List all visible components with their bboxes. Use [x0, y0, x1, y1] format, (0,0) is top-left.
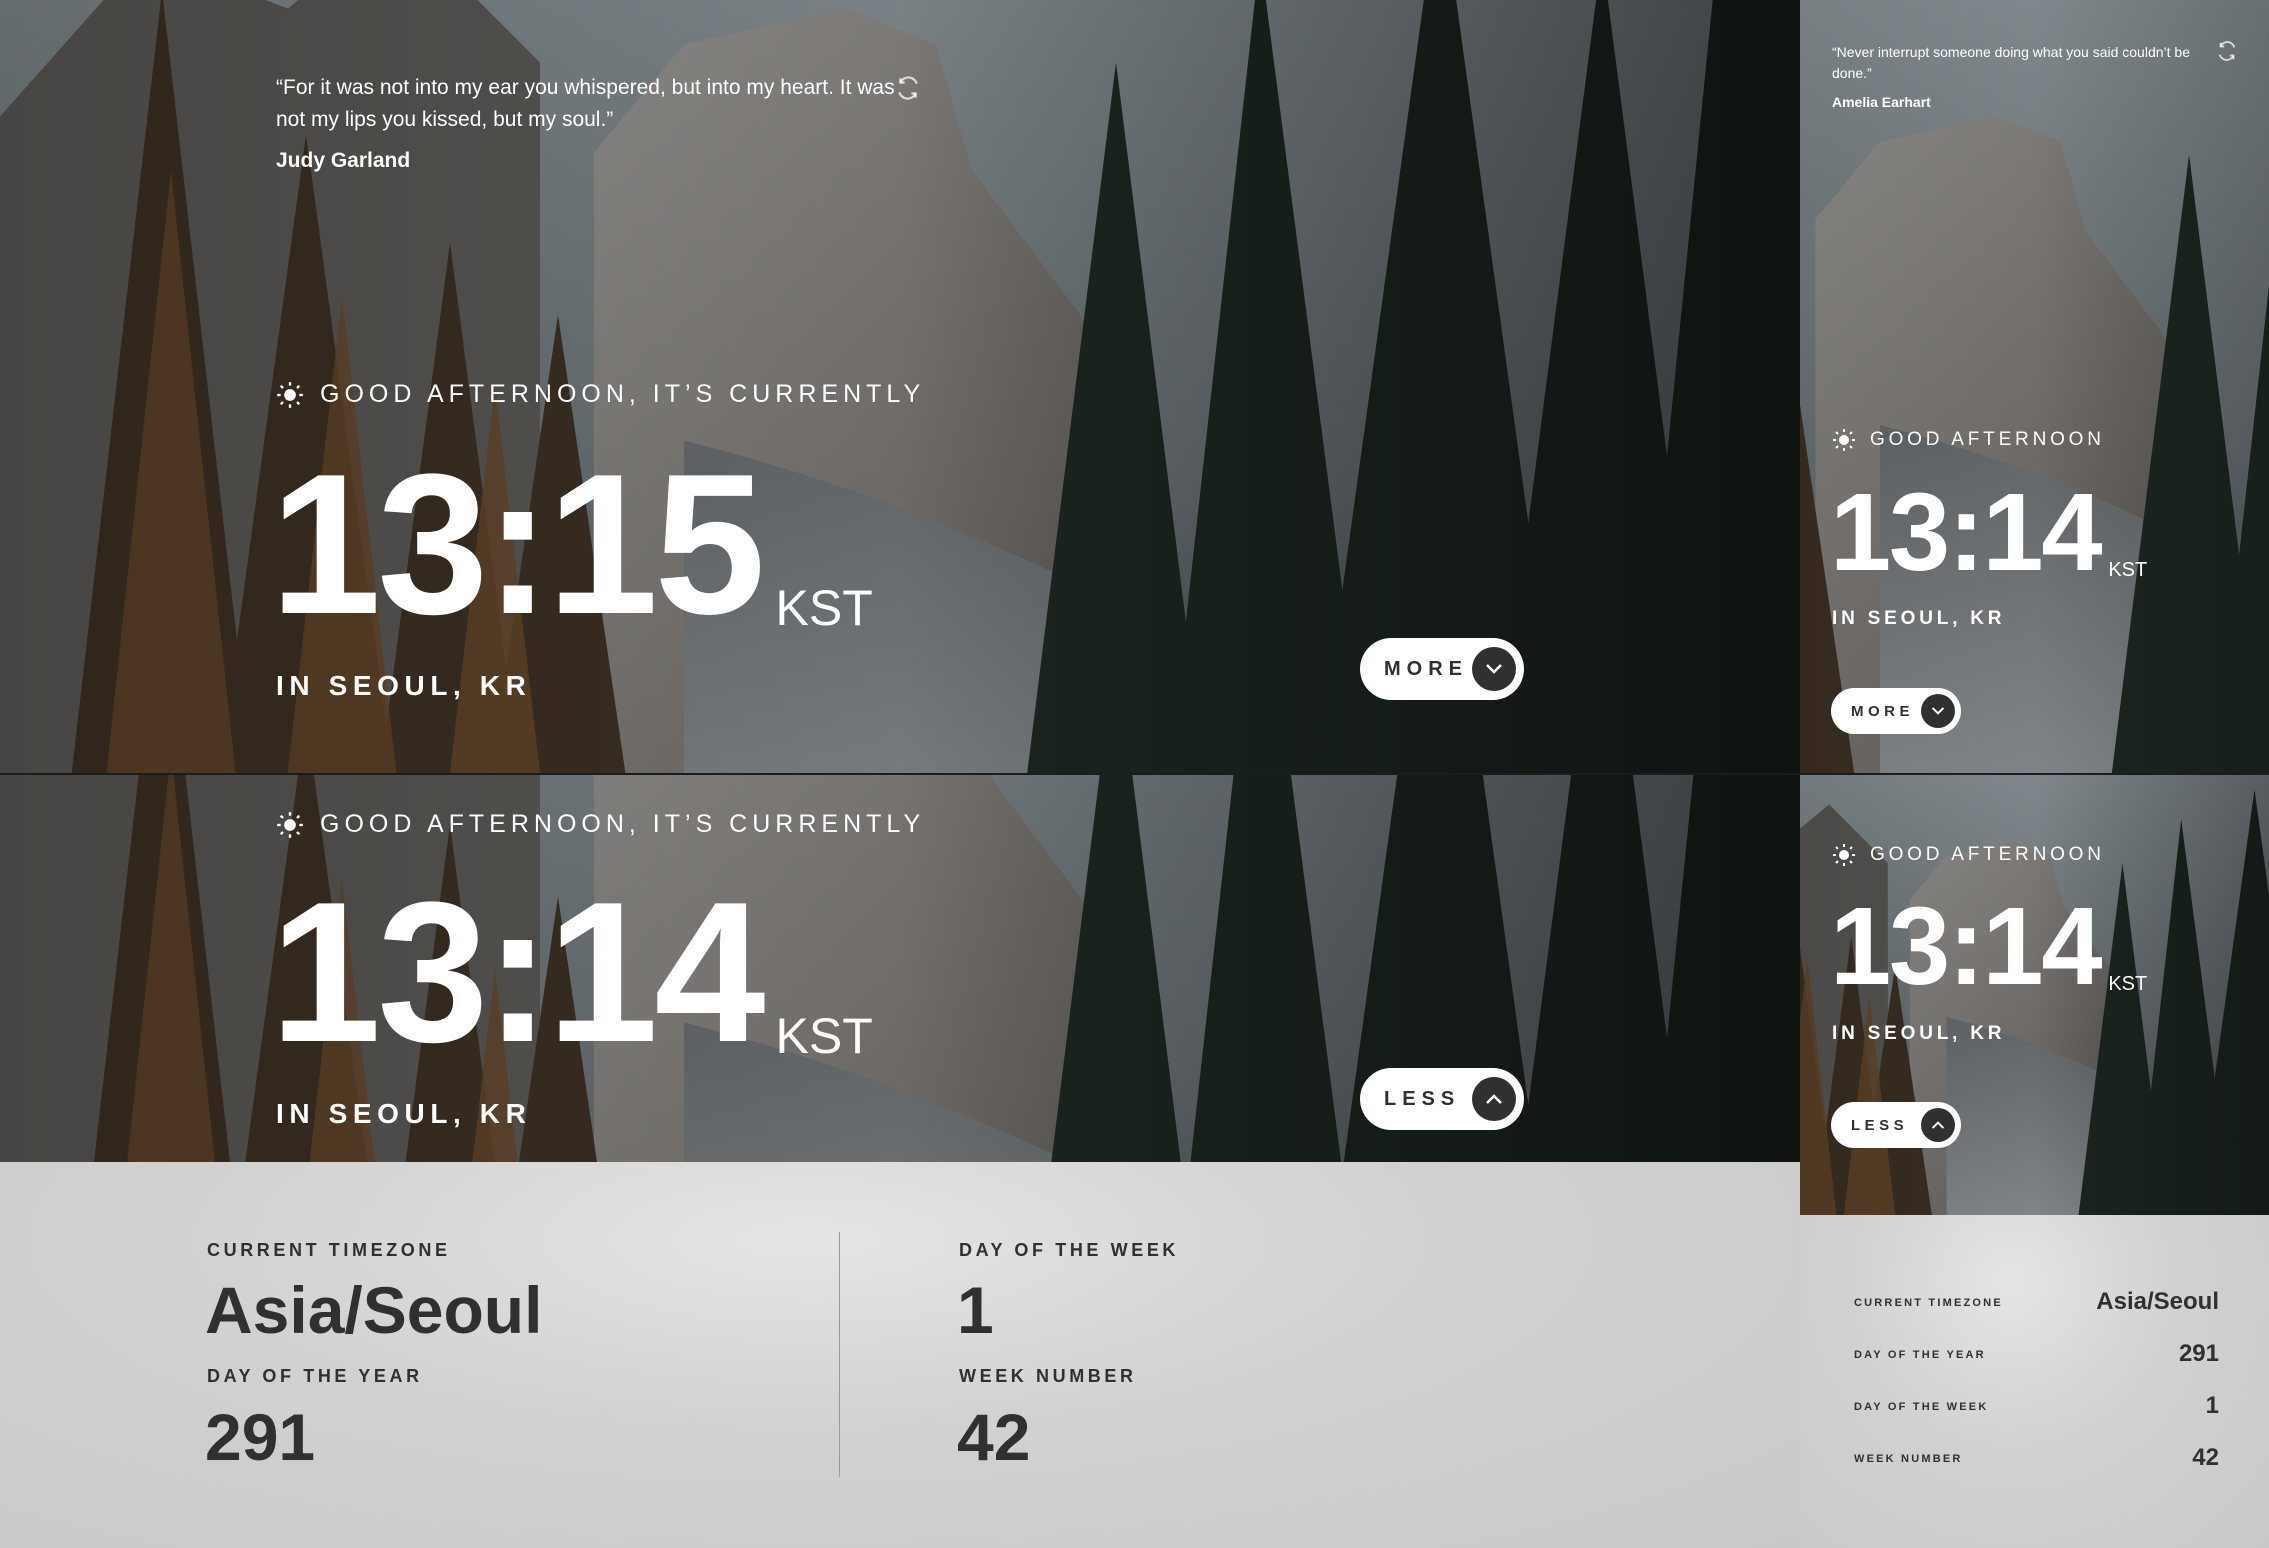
less-button[interactable]: LESS: [1831, 1102, 1961, 1148]
location: IN SEOUL, KR: [1832, 1023, 2006, 1044]
current-time: 13:14: [1830, 885, 2103, 1008]
timezone-abbr: KST: [775, 1008, 873, 1064]
refresh-icon[interactable]: [895, 75, 921, 101]
quote-block: “For it was not into my ear you whispere…: [276, 72, 896, 173]
day-of-year-value: 291: [205, 1400, 316, 1474]
location: IN SEOUL, KR: [1832, 608, 2006, 629]
week-number-label: WEEK NUMBER: [1854, 1453, 1963, 1465]
clock: 13:15 KST: [270, 445, 873, 645]
sun-icon: [277, 381, 303, 408]
background-photo: [1800, 0, 2269, 773]
current-timezone-label: CURRENT TIMEZONE: [207, 1240, 451, 1260]
desktop-expanded-view: GOOD AFTERNOON, IT’S CURRENTLY 13:14 KST…: [0, 775, 1800, 1548]
day-of-year-label: DAY OF THE YEAR: [207, 1366, 423, 1386]
day-of-year-value: 291: [2178, 1340, 2219, 1367]
chevron-up-icon: [1472, 1077, 1516, 1121]
current-timezone-value: Asia/Seoul: [2096, 1288, 2219, 1315]
desktop-collapsed-view: “For it was not into my ear you whispere…: [0, 0, 1800, 773]
info-panel: CURRENT TIMEZONE Asia/Seoul DAY OF THE Y…: [1800, 1215, 2269, 1548]
greeting-text: GOOD AFTERNOON, IT’S CURRENTLY: [320, 810, 926, 838]
day-of-week-label: DAY OF THE WEEK: [959, 1240, 1180, 1260]
chevron-up-icon: [1921, 1108, 1955, 1142]
current-time: 13:15: [270, 433, 766, 656]
week-number-value: 42: [957, 1400, 1031, 1474]
greeting-text: GOOD AFTERNOON, IT’S CURRENTLY: [320, 380, 926, 408]
greeting: GOOD AFTERNOON, IT’S CURRENTLY: [276, 380, 925, 409]
mobile-expanded-view: GOOD AFTERNOON 13:14 KST IN SEOUL, KR LE…: [1800, 775, 2269, 1548]
less-button-label: LESS: [1851, 1116, 1909, 1134]
refresh-icon[interactable]: [2216, 40, 2238, 62]
mobile-collapsed-view: “Never interrupt someone doing what you …: [1800, 0, 2269, 773]
day-of-week-value: 1: [957, 1273, 994, 1347]
greeting-text: GOOD AFTERNOON: [1870, 429, 2105, 450]
chevron-down-icon: [1472, 647, 1516, 691]
clock: 13:14 KST: [1830, 892, 2147, 1002]
week-number-value: 42: [2192, 1444, 2219, 1471]
quote-text: “Never interrupt someone doing what you …: [1832, 44, 2190, 81]
location: IN SEOUL, KR: [276, 1098, 532, 1129]
quote-author: Amelia Earhart: [1832, 94, 1931, 110]
sun-icon: [1833, 429, 1855, 451]
divider: [839, 1232, 840, 1477]
more-button-label: MORE: [1851, 702, 1914, 720]
greeting-text: GOOD AFTERNOON: [1870, 844, 2105, 865]
week-number-label: WEEK NUMBER: [959, 1366, 1137, 1386]
day-of-year-label: DAY OF THE YEAR: [1854, 1349, 1986, 1361]
day-of-week-value: 1: [2205, 1392, 2219, 1419]
day-of-week-label: DAY OF THE WEEK: [1854, 1401, 1989, 1413]
quote-block: “Never interrupt someone doing what you …: [1832, 42, 2192, 110]
timezone-abbr: KST: [2108, 973, 2148, 995]
greeting: GOOD AFTERNOON: [1832, 843, 2105, 867]
more-button[interactable]: MORE: [1360, 638, 1524, 700]
chevron-down-icon: [1921, 694, 1955, 728]
sun-icon: [1833, 844, 1855, 866]
quote-author: Judy Garland: [276, 149, 411, 172]
current-time: 13:14: [270, 861, 766, 1084]
greeting: GOOD AFTERNOON, IT’S CURRENTLY: [276, 810, 925, 839]
current-timezone-value: Asia/Seoul: [205, 1273, 543, 1347]
timezone-abbr: KST: [2108, 559, 2148, 581]
more-button[interactable]: MORE: [1831, 688, 1961, 734]
info-panel: CURRENT TIMEZONE Asia/Seoul DAY OF THE Y…: [0, 1162, 1800, 1548]
clock: 13:14 KST: [1830, 478, 2147, 588]
current-time: 13:14: [1830, 471, 2103, 594]
more-button-label: MORE: [1384, 657, 1468, 680]
quote-text: “For it was not into my ear you whispere…: [276, 76, 895, 131]
less-button-label: LESS: [1384, 1087, 1461, 1110]
current-timezone-label: CURRENT TIMEZONE: [1854, 1297, 2003, 1309]
greeting: GOOD AFTERNOON: [1832, 428, 2105, 452]
sun-icon: [277, 811, 303, 838]
timezone-abbr: KST: [775, 580, 873, 636]
location: IN SEOUL, KR: [276, 670, 532, 701]
less-button[interactable]: LESS: [1360, 1068, 1524, 1130]
clock: 13:14 KST: [270, 873, 873, 1073]
